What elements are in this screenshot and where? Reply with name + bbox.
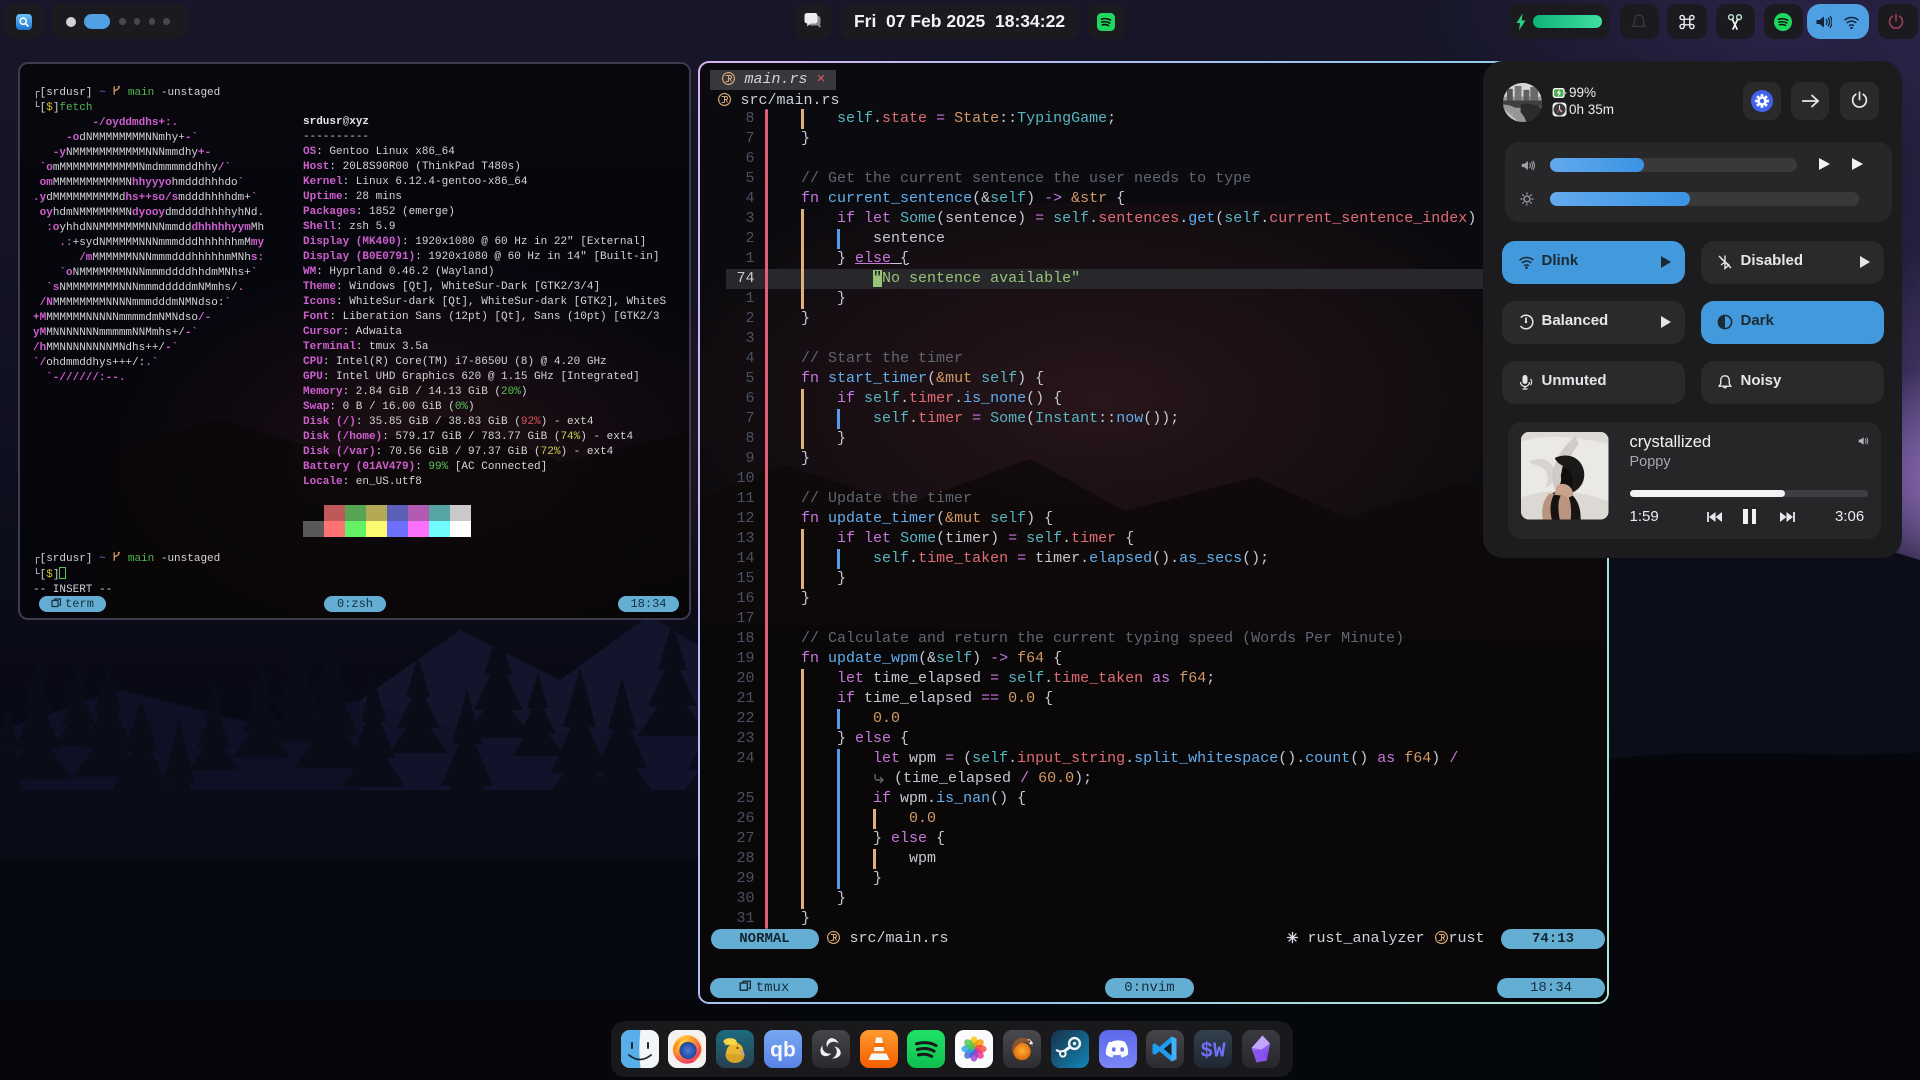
- svg-text:qb: qb: [770, 1039, 796, 1062]
- svg-text:$W: $W: [1200, 1041, 1226, 1064]
